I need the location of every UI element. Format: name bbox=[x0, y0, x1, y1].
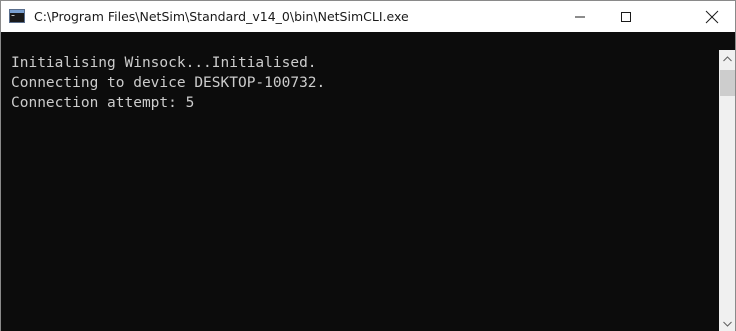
chevron-up-icon bbox=[723, 55, 732, 61]
maximize-icon bbox=[621, 11, 631, 22]
window-title: C:\Program Files\NetSim\Standard_v14_0\b… bbox=[34, 9, 409, 24]
console-output[interactable]: Initialising Winsock...Initialised. Conn… bbox=[1, 32, 719, 331]
console-window: C:\Program Files\NetSim\Standard_v14_0\b… bbox=[0, 0, 736, 331]
minimize-button[interactable] bbox=[557, 1, 603, 32]
close-icon bbox=[705, 10, 719, 23]
console-app-icon[interactable] bbox=[9, 9, 25, 23]
minimize-icon bbox=[575, 16, 585, 17]
scrollbar-thumb[interactable] bbox=[720, 70, 735, 96]
scroll-down-button[interactable] bbox=[719, 315, 735, 331]
console-line: Connection attempt: 5 bbox=[11, 95, 195, 111]
console-line: Connecting to device DESKTOP-100732. bbox=[11, 75, 326, 91]
console-line: Initialising Winsock...Initialised. bbox=[11, 55, 317, 71]
title-bar[interactable]: C:\Program Files\NetSim\Standard_v14_0\b… bbox=[1, 1, 735, 32]
chevron-down-icon bbox=[723, 321, 732, 327]
close-button[interactable] bbox=[689, 1, 735, 32]
scroll-up-button[interactable] bbox=[719, 50, 735, 67]
maximize-button[interactable] bbox=[603, 1, 649, 32]
vertical-scrollbar[interactable] bbox=[719, 50, 735, 331]
